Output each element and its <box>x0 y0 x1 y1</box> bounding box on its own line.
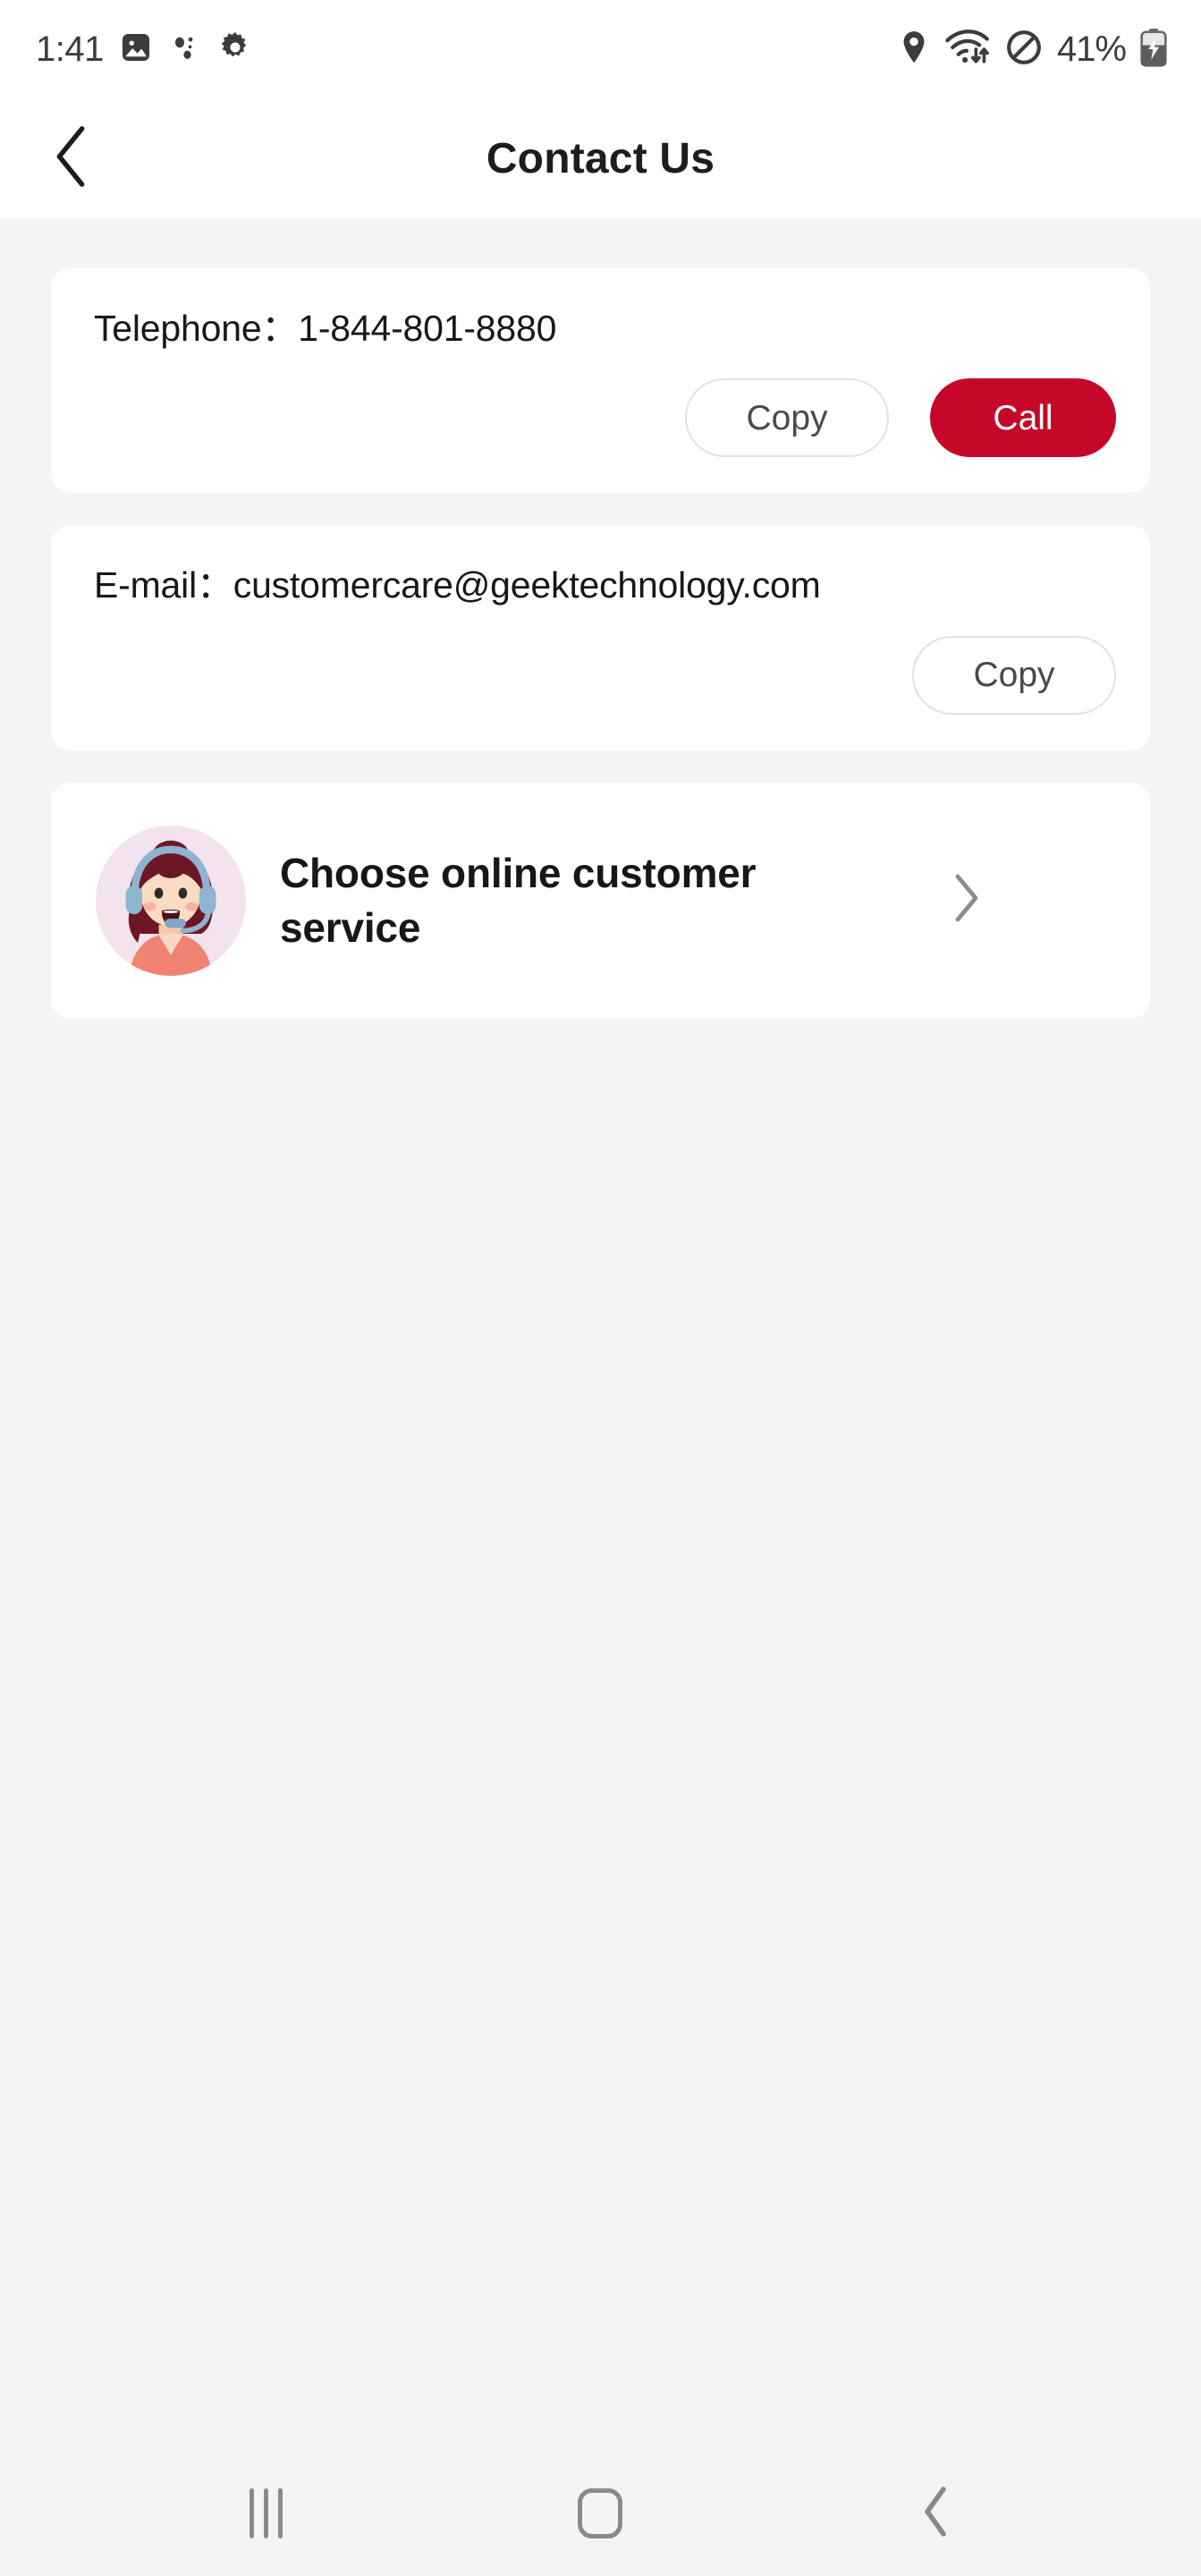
status-bar-left: 1:41 <box>36 30 253 70</box>
android-navigation-bar <box>0 2451 1201 2576</box>
telephone-actions: Copy Call <box>94 378 1116 458</box>
email-label: E-mail： <box>94 564 233 606</box>
telephone-label: Telephone： <box>94 308 299 349</box>
dots-icon <box>168 30 202 69</box>
recents-icon <box>249 2488 283 2538</box>
chevron-right-icon <box>951 873 982 928</box>
location-pin-icon <box>898 30 930 70</box>
nav-home-button[interactable] <box>546 2460 654 2567</box>
status-bar-clock: 1:41 <box>36 30 104 69</box>
online-customer-service-card[interactable]: Choose online customer service <box>51 782 1150 1019</box>
email-value: customercare@geektechnology.com <box>233 564 821 606</box>
telephone-value: 1-844-801-8880 <box>298 308 557 349</box>
home-icon <box>578 2488 623 2538</box>
telephone-row: Telephone：1-844-801-8880 <box>94 306 1116 352</box>
customer-service-agent-avatar <box>96 825 246 976</box>
nav-recents-button[interactable] <box>212 2460 319 2567</box>
telephone-call-button[interactable]: Call <box>930 378 1116 458</box>
header-back-button[interactable] <box>36 123 107 195</box>
gear-icon <box>217 30 253 70</box>
phone-screen: 1:41 41% Contact Us Telephone：1-844-801-… <box>0 0 1201 2576</box>
page-content: Telephone：1-844-801-8880 Copy Call E-mai… <box>0 219 1201 2451</box>
telephone-card: Telephone：1-844-801-8880 Copy Call <box>51 268 1150 494</box>
online-customer-service-chevron[interactable] <box>940 874 994 928</box>
app-header: Contact Us <box>0 98 1201 219</box>
nav-back-button[interactable] <box>882 2460 989 2567</box>
chevron-left-icon <box>52 125 91 192</box>
email-actions: Copy <box>94 635 1116 715</box>
telephone-copy-button[interactable]: Copy <box>685 378 889 458</box>
wifi-icon <box>944 29 991 71</box>
status-bar: 1:41 41% <box>0 0 1201 98</box>
back-icon <box>920 2486 951 2542</box>
battery-charging-icon <box>1140 28 1167 72</box>
page-title: Contact Us <box>486 135 715 182</box>
do-not-disturb-icon <box>1005 29 1043 71</box>
email-card: E-mail：customercare@geektechnology.com C… <box>51 525 1150 750</box>
email-row: E-mail：customercare@geektechnology.com <box>94 563 1116 608</box>
battery-percent-label: 41% <box>1056 30 1127 69</box>
email-copy-button[interactable]: Copy <box>912 635 1116 715</box>
online-customer-service-label: Choose online customer service <box>280 849 757 951</box>
status-bar-right: 41% <box>898 28 1167 72</box>
image-icon <box>119 30 153 69</box>
